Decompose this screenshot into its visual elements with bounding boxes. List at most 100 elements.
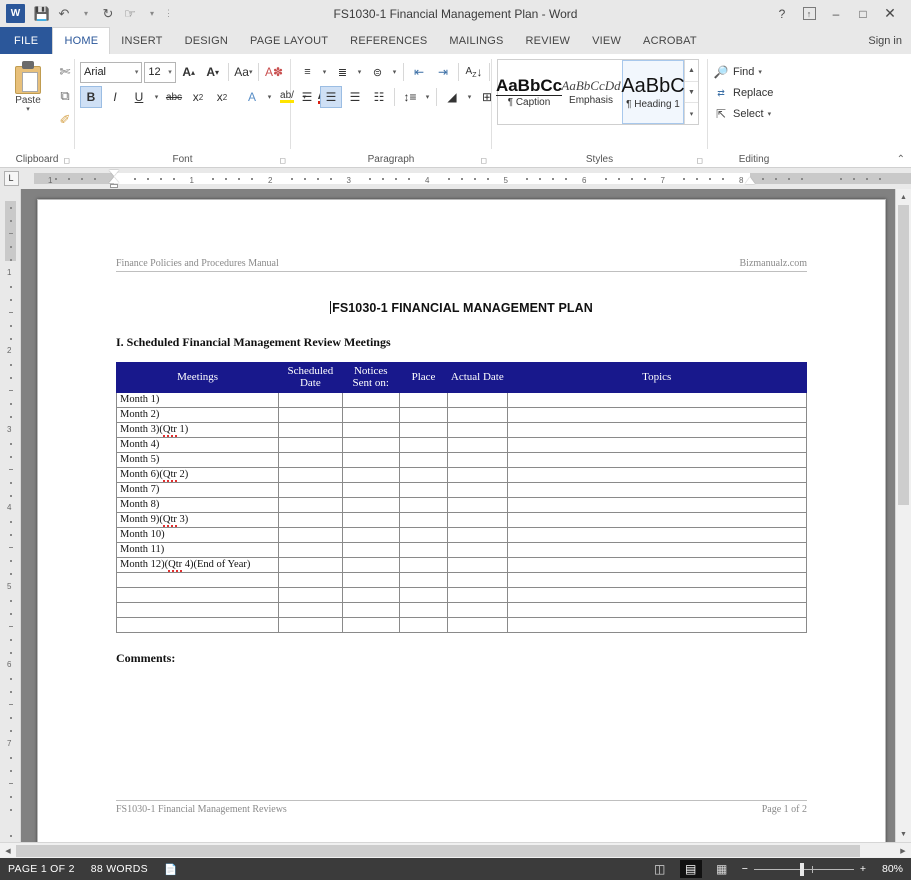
vertical-scrollbar[interactable]: ▲ ▼	[895, 189, 911, 842]
vertical-scroll-thumb[interactable]	[898, 205, 909, 505]
cell-empty[interactable]	[448, 452, 507, 467]
document-page[interactable]: Finance Policies and Procedures Manual B…	[37, 199, 886, 842]
cell-empty[interactable]	[448, 437, 507, 452]
save-icon[interactable]: 💾	[32, 4, 52, 24]
find-button[interactable]: 🔎 Find ▾	[713, 62, 773, 82]
cell-empty[interactable]	[448, 407, 507, 422]
cell-empty[interactable]	[279, 482, 342, 497]
select-button[interactable]: ⇱ Select ▾	[713, 104, 773, 124]
cell-empty[interactable]	[399, 422, 447, 437]
cell-meeting[interactable]	[117, 617, 279, 632]
cell-empty[interactable]	[507, 572, 807, 587]
meetings-table[interactable]: Meetings Scheduled Date Notices Sent on:…	[116, 362, 807, 633]
cell-empty[interactable]	[342, 497, 399, 512]
table-row[interactable]: Month 4)	[117, 437, 807, 452]
sort-icon[interactable]: AZ↓	[463, 61, 485, 83]
table-row[interactable]: Month 3)(Qtr 1)	[117, 422, 807, 437]
style-caption[interactable]: AaBbCc ¶ Caption	[498, 60, 560, 124]
numbering-icon[interactable]: ≣	[331, 61, 353, 83]
indent-markers[interactable]	[109, 170, 119, 187]
shading-icon[interactable]: ◢	[441, 86, 463, 108]
cell-empty[interactable]	[279, 572, 342, 587]
page-indicator[interactable]: PAGE 1 OF 2	[8, 863, 75, 875]
cell-empty[interactable]	[507, 557, 807, 572]
align-center-icon[interactable]: ☰	[320, 86, 342, 108]
zoom-out-button[interactable]: −	[742, 863, 748, 875]
tab-page-layout[interactable]: PAGE LAYOUT	[239, 28, 339, 54]
maximize-button[interactable]: □	[850, 3, 876, 25]
cell-empty[interactable]	[399, 497, 447, 512]
bold-button[interactable]: B	[80, 86, 102, 108]
cell-empty[interactable]	[448, 542, 507, 557]
cell-meeting[interactable]: Month 8)	[117, 497, 279, 512]
scroll-up-icon[interactable]: ▲	[896, 189, 911, 205]
cell-empty[interactable]	[399, 572, 447, 587]
cell-empty[interactable]	[448, 587, 507, 602]
chevron-down-icon[interactable]: ▾	[758, 68, 762, 76]
chevron-down-icon[interactable]: ▾	[768, 110, 772, 118]
cell-empty[interactable]	[279, 452, 342, 467]
cell-meeting[interactable]: Month 3)(Qtr 1)	[117, 422, 279, 437]
cell-empty[interactable]	[342, 617, 399, 632]
cell-empty[interactable]	[342, 587, 399, 602]
cell-meeting[interactable]: Month 1)	[117, 392, 279, 407]
table-row[interactable]: Month 6)(Qtr 2)	[117, 467, 807, 482]
cell-meeting[interactable]	[117, 587, 279, 602]
cell-meeting[interactable]: Month 10)	[117, 527, 279, 542]
font-dialog-launcher[interactable]: ◻	[279, 156, 286, 165]
cell-empty[interactable]	[399, 602, 447, 617]
text-effects-icon[interactable]: A	[241, 86, 263, 108]
cell-meeting[interactable]: Month 7)	[117, 482, 279, 497]
cell-empty[interactable]	[507, 452, 807, 467]
scroll-left-icon[interactable]: ◀	[0, 843, 16, 859]
ribbon-display-options-button[interactable]: ↑	[796, 3, 822, 25]
cell-empty[interactable]	[279, 617, 342, 632]
cell-empty[interactable]	[507, 617, 807, 632]
table-row[interactable]: Month 7)	[117, 482, 807, 497]
change-case-button[interactable]: Aa▾	[232, 61, 254, 83]
table-row[interactable]: Month 2)	[117, 407, 807, 422]
horizontal-ruler[interactable]: L 112345678	[0, 168, 911, 189]
cell-empty[interactable]	[399, 392, 447, 407]
subscript-button[interactable]: x2	[187, 86, 209, 108]
cell-empty[interactable]	[399, 407, 447, 422]
tab-review[interactable]: REVIEW	[515, 28, 582, 54]
horizontal-scroll-track[interactable]	[16, 843, 895, 858]
align-right-icon[interactable]: ☰	[344, 86, 366, 108]
cell-meeting[interactable]: Month 9)(Qtr 3)	[117, 512, 279, 527]
cell-empty[interactable]	[342, 482, 399, 497]
zoom-slider-thumb[interactable]	[800, 863, 804, 876]
proofing-status-icon[interactable]: 📄	[164, 863, 177, 876]
zoom-control[interactable]: − +	[742, 863, 866, 875]
minimize-button[interactable]: –	[823, 3, 849, 25]
styles-scroll-up-icon[interactable]: ▲	[685, 60, 698, 82]
table-row[interactable]	[117, 587, 807, 602]
cell-meeting[interactable]: Month 4)	[117, 437, 279, 452]
table-row[interactable]: Month 5)	[117, 452, 807, 467]
multilevel-list-icon[interactable]: ⊜	[366, 61, 388, 83]
cell-empty[interactable]	[279, 467, 342, 482]
table-row[interactable]: Month 11)	[117, 542, 807, 557]
cell-empty[interactable]	[342, 392, 399, 407]
cell-empty[interactable]	[342, 437, 399, 452]
styles-scroll-down-icon[interactable]: ▼	[685, 82, 698, 104]
view-print-layout-icon[interactable]: ▤	[680, 860, 702, 878]
cell-empty[interactable]	[448, 467, 507, 482]
document-canvas[interactable]: Finance Policies and Procedures Manual B…	[21, 189, 895, 842]
tab-view[interactable]: VIEW	[581, 28, 632, 54]
tab-insert[interactable]: INSERT	[110, 28, 173, 54]
vertical-ruler[interactable]: 1234567	[0, 189, 21, 842]
cell-empty[interactable]	[399, 482, 447, 497]
cell-empty[interactable]	[279, 512, 342, 527]
cell-empty[interactable]	[448, 512, 507, 527]
cell-empty[interactable]	[342, 602, 399, 617]
cell-empty[interactable]	[399, 587, 447, 602]
table-row[interactable]	[117, 617, 807, 632]
copy-icon[interactable]: ⧉	[53, 85, 77, 107]
styles-more-icon[interactable]: ▾	[685, 103, 698, 124]
cell-empty[interactable]	[342, 452, 399, 467]
tab-stop-selector[interactable]: L	[0, 168, 22, 189]
cell-empty[interactable]	[279, 437, 342, 452]
undo-dropdown-icon[interactable]: ▾	[76, 4, 96, 24]
horizontal-scroll-thumb[interactable]	[16, 845, 860, 857]
